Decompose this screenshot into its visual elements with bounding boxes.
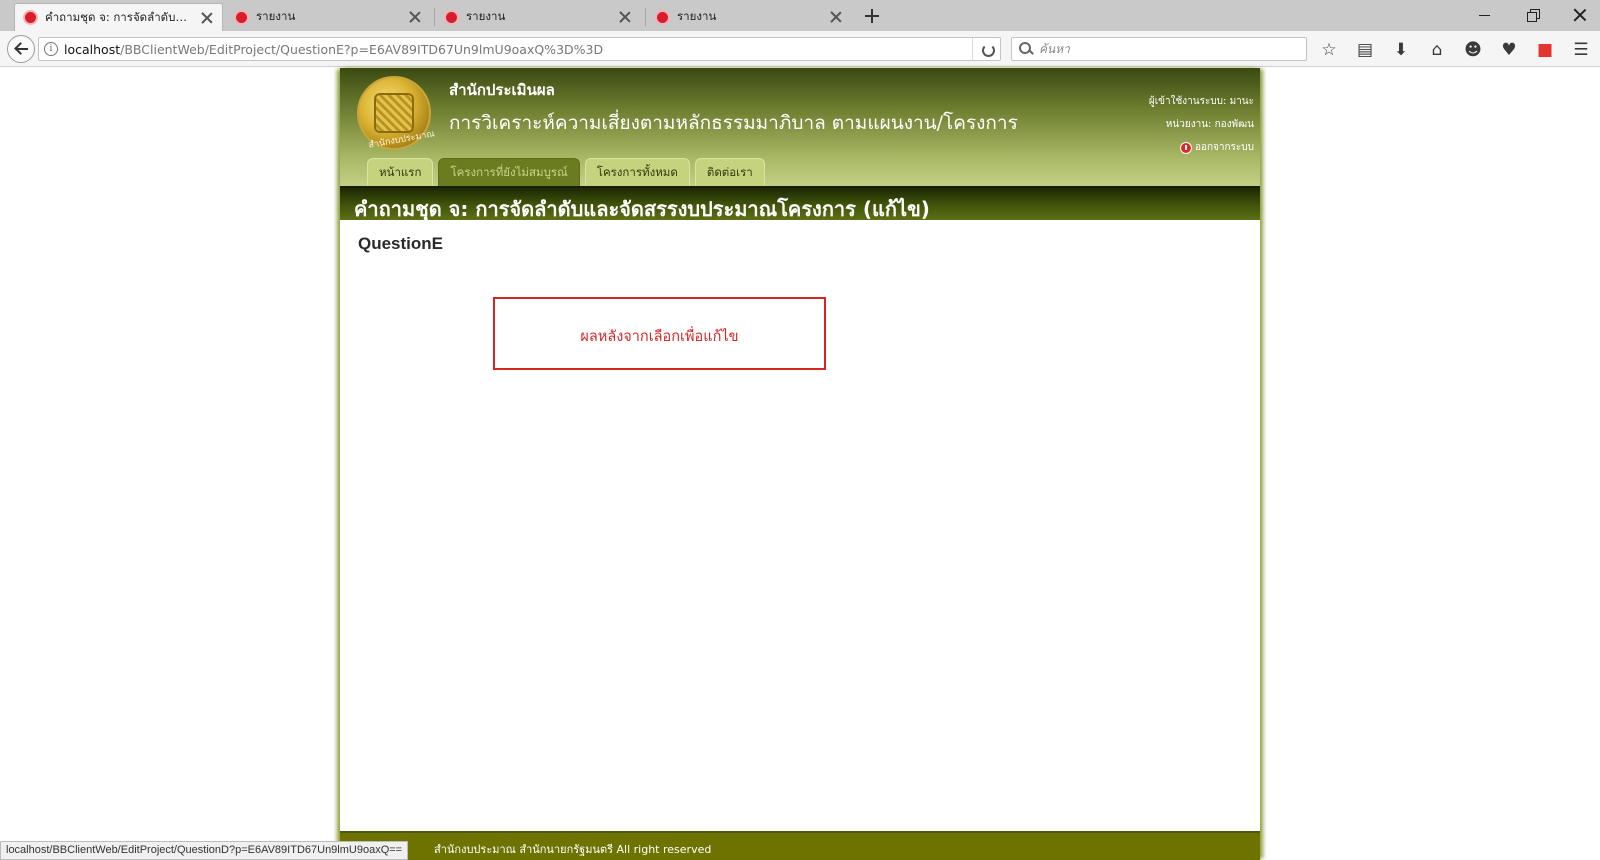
home-icon[interactable]: ⌂: [1426, 40, 1448, 60]
browser-status-bar: localhost/BBClientWeb/EditProject/Questi…: [0, 841, 409, 860]
tab-title: รายงาน: [256, 9, 296, 23]
browser-tab-active[interactable]: คำถามชุด จ: การจัดลำดับและจัดสรรงบประมาณ…: [14, 3, 223, 31]
logout-link[interactable]: ออกจากระบบ: [1179, 136, 1254, 159]
extension-icon[interactable]: ■: [1534, 40, 1556, 60]
user-label: ผู้เข้าใช้งานระบบ: มานะ: [1148, 96, 1254, 107]
close-tab-icon[interactable]: [408, 10, 422, 24]
search-icon: [1019, 42, 1033, 56]
reading-list-icon[interactable]: ▤: [1354, 40, 1376, 60]
tab-divider: [645, 8, 646, 26]
download-icon[interactable]: ⬇: [1390, 40, 1412, 60]
unit-label: หน่วยงาน: กองพัฒน: [1165, 119, 1254, 130]
logo-emblem: [374, 93, 414, 133]
menu-tab-contact[interactable]: ติดต่อเรา: [694, 158, 765, 186]
browser-tab[interactable]: รายงาน: [436, 3, 640, 31]
hamburger-menu-icon[interactable]: ☰: [1570, 40, 1592, 60]
search-bar[interactable]: ค้นหา: [1011, 37, 1307, 61]
menu-tab-home[interactable]: หน้าแรก: [367, 158, 434, 186]
bookmark-star-icon[interactable]: ☆: [1318, 40, 1340, 60]
site-header: สำนักงบประมาณ สำนักประเมินผล การวิเคราะห…: [340, 68, 1260, 188]
hello-chat-icon[interactable]: ☻: [1462, 40, 1484, 60]
power-icon: [1179, 141, 1192, 154]
result-message: ผลหลังจากเลือกเพื่อแก้ไข: [580, 329, 739, 345]
window-close-icon[interactable]: [1568, 4, 1592, 26]
tab-title: รายงาน: [466, 9, 506, 23]
close-tab-icon[interactable]: [618, 10, 632, 24]
footer-text: สำนักงบประมาณ สำนักนายกรัฐมนตรี All righ…: [434, 843, 712, 856]
close-tab-icon[interactable]: [200, 11, 214, 25]
reload-icon[interactable]: [972, 38, 1000, 60]
org-name: สำนักประเมินผล: [449, 81, 555, 99]
page-container: สำนักงบประมาณ สำนักประเมินผล การวิเคราะห…: [340, 68, 1260, 860]
info-icon[interactable]: i: [44, 42, 58, 56]
tab-divider: [434, 8, 435, 26]
page-title: คำถามชุด จ: การจัดลำดับและจัดสรรงบประมาณ…: [354, 197, 930, 221]
close-tab-icon[interactable]: [829, 10, 843, 24]
url-host: localhost: [64, 41, 121, 57]
url-bar[interactable]: i localhost/BBClientWeb/EditProject/Ques…: [38, 37, 1001, 61]
search-placeholder: ค้นหา: [1039, 41, 1070, 56]
window-minimize-icon[interactable]: [1473, 4, 1497, 26]
browser-tab-strip: คำถามชุด จ: การจัดลำดับและจัดสรรงบประมาณ…: [0, 0, 1600, 31]
menu-tab-all-projects[interactable]: โครงการทั้งหมด: [584, 158, 690, 186]
pocket-icon[interactable]: ♥: [1498, 40, 1520, 60]
url-text: localhost/BBClientWeb/EditProject/Questi…: [64, 42, 603, 57]
site-favicon-icon: [23, 10, 38, 25]
user-info: ผู้เข้าใช้งานระบบ: มานะ หน่วยงาน: กองพัฒ…: [1149, 90, 1254, 163]
browser-tab[interactable]: รายงาน: [226, 3, 430, 31]
budget-bureau-logo: สำนักงบประมาณ: [357, 76, 436, 151]
tab-title: รายงาน: [677, 9, 717, 23]
site-favicon-icon: [234, 9, 249, 25]
site-footer: สำนักงบประมาณ สำนักนายกรัฐมนตรี All righ…: [340, 833, 1260, 860]
site-favicon-icon: [655, 9, 670, 25]
menu-tab-incomplete-projects[interactable]: โครงการที่ยังไม่สมบูรณ์: [438, 158, 580, 186]
site-favicon-icon: [444, 9, 459, 25]
window-restore-icon[interactable]: [1521, 4, 1545, 26]
url-path: /BBClientWeb/EditProject/QuestionE?p=E6A…: [120, 41, 604, 57]
main-menu: หน้าแรก โครงการที่ยังไม่สมบูรณ์ โครงการท…: [367, 158, 770, 186]
logout-label: ออกจากระบบ: [1194, 142, 1254, 153]
new-tab-plus-icon[interactable]: [862, 6, 882, 26]
page-title-bar: คำถามชุด จ: การจัดลำดับและจัดสรรงบประมาณ…: [340, 186, 1260, 221]
question-heading: QuestionE: [358, 234, 444, 253]
system-title: การวิเคราะห์ความเสี่ยงตามหลักธรรมมาภิบาล…: [449, 112, 1018, 134]
browser-tab[interactable]: รายงาน: [647, 3, 851, 31]
result-message-box: ผลหลังจากเลือกเพื่อแก้ไข: [493, 297, 826, 370]
back-arrow-icon[interactable]: [7, 35, 35, 63]
tab-title: คำถามชุด จ: การจัดลำดับและจัดสรรงบประมาณ…: [45, 9, 194, 24]
